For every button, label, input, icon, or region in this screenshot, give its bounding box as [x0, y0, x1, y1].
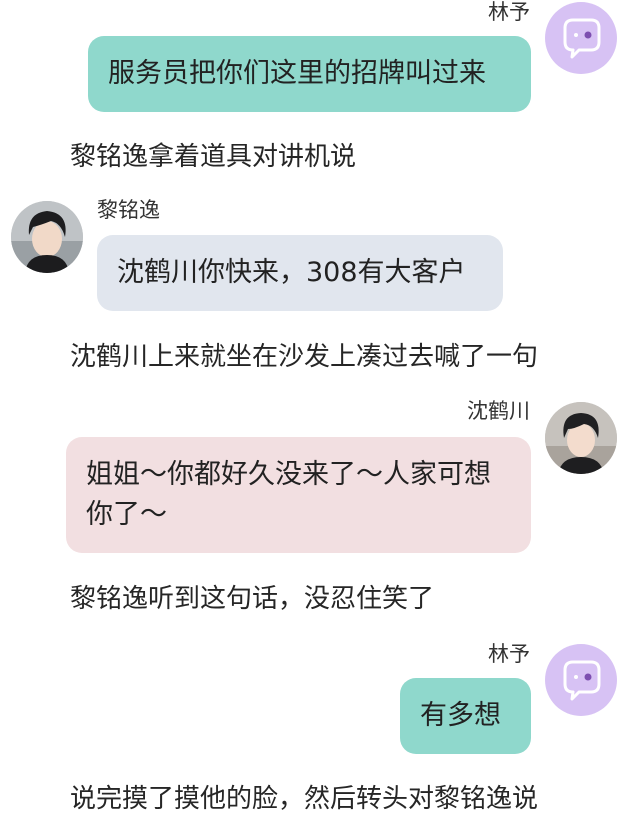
avatar[interactable] — [545, 2, 617, 74]
message-text-line: 姐姐～你都好久没来了～人家可想 — [86, 459, 491, 490]
avatar[interactable] — [545, 402, 617, 474]
sender-name: 黎铭逸 — [97, 198, 160, 222]
sender-name: 林予 — [488, 642, 530, 666]
message-bubble[interactable]: 有多想 — [400, 678, 531, 754]
chat-bubble-icon — [563, 660, 601, 701]
narration-text: 沈鹤川上来就坐在沙发上凑过去喊了一句 — [70, 342, 539, 372]
message-bubble[interactable]: 沈鹤川你快来，308有大客户 — [97, 235, 503, 311]
chat-bubble-icon — [563, 18, 601, 59]
sender-name: 林予 — [488, 0, 530, 24]
narration-text: 黎铭逸听到这句话，没忍住笑了 — [70, 584, 435, 614]
message-text: 有多想 — [420, 700, 501, 731]
message-text-line: 你了～ — [86, 499, 167, 530]
person-photo — [11, 201, 83, 273]
sender-name: 沈鹤川 — [467, 399, 530, 423]
narration-text: 说完摸了摸他的脸，然后转头对黎铭逸说 — [70, 784, 539, 814]
avatar[interactable] — [545, 644, 617, 716]
message-bubble[interactable]: 服务员把你们这里的招牌叫过来 — [88, 36, 531, 112]
person-photo — [545, 402, 617, 474]
message-text: 沈鹤川你快来，308有大客户 — [117, 257, 466, 288]
narration-text: 黎铭逸拿着道具对讲机说 — [70, 142, 357, 172]
avatar[interactable] — [11, 201, 83, 273]
message-text: 服务员把你们这里的招牌叫过来 — [108, 58, 486, 89]
message-bubble[interactable]: 姐姐～你都好久没来了～人家可想 你了～ — [66, 437, 531, 553]
